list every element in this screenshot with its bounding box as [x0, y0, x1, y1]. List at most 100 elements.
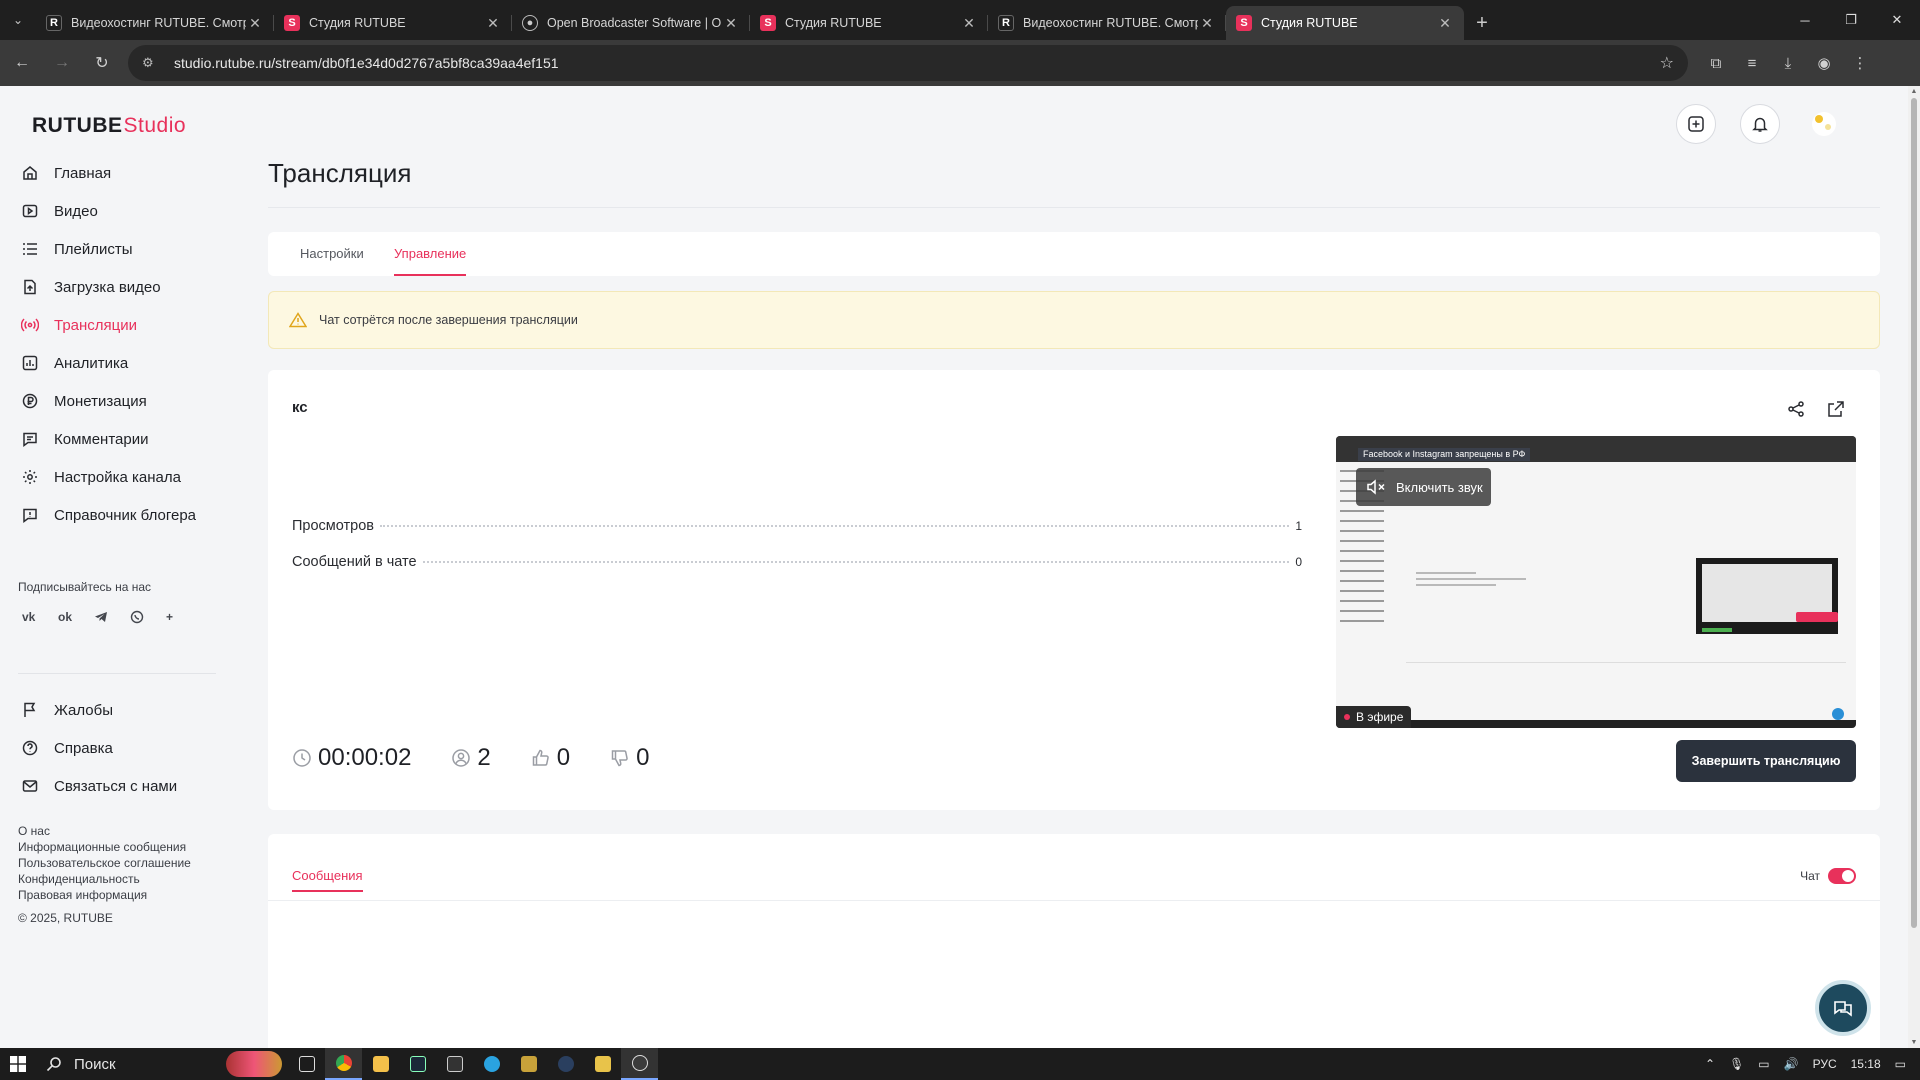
- title-divider: [268, 207, 1880, 208]
- steam-app-icon[interactable]: [547, 1048, 584, 1080]
- browser-tab[interactable]: ● Open Broadcaster Software | O ✕: [512, 6, 750, 40]
- sidebar-item-comments[interactable]: Комментарии: [18, 420, 218, 458]
- app-icon[interactable]: [510, 1048, 547, 1080]
- obs-app-icon[interactable]: [621, 1048, 658, 1080]
- scroll-down-icon[interactable]: ▼: [1908, 1039, 1920, 1046]
- browser-tab[interactable]: S Студия RUTUBE ✕: [274, 6, 512, 40]
- close-window-icon[interactable]: ✕: [1874, 0, 1920, 40]
- start-button[interactable]: [0, 1048, 36, 1080]
- download-icon[interactable]: ⤓: [1770, 45, 1806, 81]
- sidebar-item-video[interactable]: Видео: [18, 192, 218, 230]
- sidebar-item-channel-settings[interactable]: Настройка канала: [18, 458, 218, 496]
- stream-preview-player[interactable]: Facebook и Instagram запрещены в РФ Вклю…: [1336, 436, 1856, 728]
- footer-link[interactable]: Конфиденциальность: [18, 871, 191, 887]
- avatar[interactable]: [1804, 104, 1844, 144]
- new-tab-button[interactable]: +: [1464, 6, 1500, 40]
- tab-search-button[interactable]: ⌄: [0, 0, 36, 40]
- sidebar-item-upload[interactable]: Загрузка видео: [18, 268, 218, 306]
- share-icon[interactable]: [1776, 394, 1816, 424]
- forward-icon[interactable]: →: [44, 45, 80, 81]
- ok-icon[interactable]: ok: [54, 607, 90, 627]
- notification-center-icon[interactable]: ▭: [1895, 1057, 1906, 1071]
- file-explorer-icon[interactable]: [362, 1048, 399, 1080]
- tab-messages[interactable]: Сообщения: [292, 868, 363, 892]
- more-socials-icon[interactable]: +: [162, 607, 198, 627]
- sidebar-item-blogger-guide[interactable]: Справочник блогера: [18, 496, 218, 534]
- close-tab-icon[interactable]: ✕: [960, 15, 978, 32]
- close-tab-icon[interactable]: ✕: [484, 15, 502, 32]
- page-scrollbar[interactable]: ▲ ▼: [1908, 86, 1920, 1048]
- messages-card: Сообщения Чат: [268, 834, 1880, 1048]
- close-tab-icon[interactable]: ✕: [722, 15, 740, 32]
- reading-list-icon[interactable]: ≡: [1734, 45, 1770, 81]
- search-highlight-image[interactable]: [226, 1051, 282, 1077]
- obs-favicon-icon: ●: [522, 15, 538, 31]
- restore-icon[interactable]: ❐: [1828, 0, 1874, 40]
- open-external-icon[interactable]: [1816, 394, 1856, 424]
- browser-menu-icon[interactable]: ⋮: [1842, 45, 1878, 81]
- reload-icon[interactable]: ↻: [84, 45, 120, 81]
- thumbs-up-icon: [532, 749, 549, 766]
- url-text[interactable]: studio.rutube.ru/stream/db0f1e34d0d2767a…: [174, 55, 1660, 71]
- footer-link[interactable]: О нас: [18, 823, 191, 839]
- tray-overflow-icon[interactable]: ⌃: [1705, 1057, 1715, 1071]
- steam-app-icon[interactable]: [399, 1048, 436, 1080]
- support-chat-button[interactable]: [1815, 980, 1871, 1036]
- sidebar-item-broadcasts[interactable]: Трансляции: [18, 306, 218, 344]
- telegram-app-icon[interactable]: [473, 1048, 510, 1080]
- bookmark-star-icon[interactable]: ☆: [1660, 53, 1674, 73]
- browser-tab[interactable]: S Студия RUTUBE ✕: [750, 6, 988, 40]
- sidebar-item-complaints[interactable]: Жалобы: [18, 691, 218, 729]
- unmute-button[interactable]: Включить звук: [1356, 468, 1491, 506]
- app-icon[interactable]: [584, 1048, 621, 1080]
- views-stat-row: Просмотров 1: [292, 518, 1302, 534]
- telegram-icon[interactable]: [90, 607, 126, 627]
- browser-tab[interactable]: R Видеохостинг RUTUBE. Смотри ✕: [36, 6, 274, 40]
- footer-link[interactable]: Правовая информация: [18, 887, 191, 903]
- close-tab-icon[interactable]: ✕: [246, 15, 264, 32]
- rutube-studio-logo[interactable]: RUTUBEStudio: [32, 114, 186, 138]
- minimize-icon[interactable]: ─: [1782, 0, 1828, 40]
- back-icon[interactable]: ←: [4, 45, 40, 81]
- sidebar-item-playlists[interactable]: Плейлисты: [18, 230, 218, 268]
- footer-links: О нас Информационные сообщения Пользоват…: [18, 823, 191, 903]
- close-tab-icon[interactable]: ✕: [1198, 15, 1216, 32]
- vk-icon[interactable]: vk: [18, 607, 54, 627]
- notifications-button[interactable]: [1740, 104, 1780, 144]
- footer-link[interactable]: Информационные сообщения: [18, 839, 191, 855]
- studio-favicon-icon: S: [1236, 15, 1252, 31]
- clock[interactable]: 15:18: [1851, 1057, 1881, 1071]
- stat-value: 1: [1295, 519, 1302, 533]
- site-info-icon[interactable]: ⚙: [142, 55, 162, 71]
- scroll-up-icon[interactable]: ▲: [1908, 88, 1920, 95]
- tab-management[interactable]: Управление: [394, 246, 467, 276]
- browser-tab[interactable]: R Видеохостинг RUTUBE. Смотри ✕: [988, 6, 1226, 40]
- profile-icon[interactable]: ◉: [1806, 45, 1842, 81]
- task-view-icon[interactable]: [288, 1048, 325, 1080]
- taskbar-search[interactable]: Поиск: [36, 1048, 226, 1080]
- address-bar[interactable]: ⚙ studio.rutube.ru/stream/db0f1e34d0d276…: [128, 45, 1688, 81]
- sidebar-item-analytics[interactable]: Аналитика: [18, 344, 218, 382]
- end-stream-button[interactable]: Завершить трансляцию: [1676, 740, 1856, 782]
- create-button[interactable]: [1676, 104, 1716, 144]
- chat-switch[interactable]: [1828, 868, 1856, 884]
- chrome-app-icon[interactable]: [325, 1048, 362, 1080]
- sidebar-item-help[interactable]: Справка: [18, 729, 218, 767]
- scrollbar-thumb[interactable]: [1911, 98, 1917, 928]
- epic-games-icon[interactable]: [436, 1048, 473, 1080]
- browser-tab-active[interactable]: S Студия RUTUBE ✕: [1226, 6, 1464, 40]
- sidebar-item-home[interactable]: Главная: [18, 154, 218, 192]
- input-language[interactable]: РУС: [1813, 1057, 1837, 1071]
- tab-title: Студия RUTUBE: [1261, 16, 1358, 30]
- viber-icon[interactable]: [126, 607, 162, 627]
- close-tab-icon[interactable]: ✕: [1436, 15, 1454, 32]
- subscribe-label: Подписывайтесь на нас: [18, 580, 152, 594]
- sidebar-item-contact[interactable]: Связаться с нами: [18, 767, 218, 805]
- volume-icon[interactable]: 🔊: [1784, 1057, 1799, 1071]
- sidebar-item-monetization[interactable]: Монетизация: [18, 382, 218, 420]
- network-icon[interactable]: ▭: [1758, 1057, 1769, 1071]
- extensions-icon[interactable]: ⧉: [1698, 45, 1734, 81]
- footer-link[interactable]: Пользовательское соглашение: [18, 855, 191, 871]
- microphone-icon[interactable]: 🎙: [1729, 1057, 1744, 1071]
- tab-settings[interactable]: Настройки: [300, 246, 364, 261]
